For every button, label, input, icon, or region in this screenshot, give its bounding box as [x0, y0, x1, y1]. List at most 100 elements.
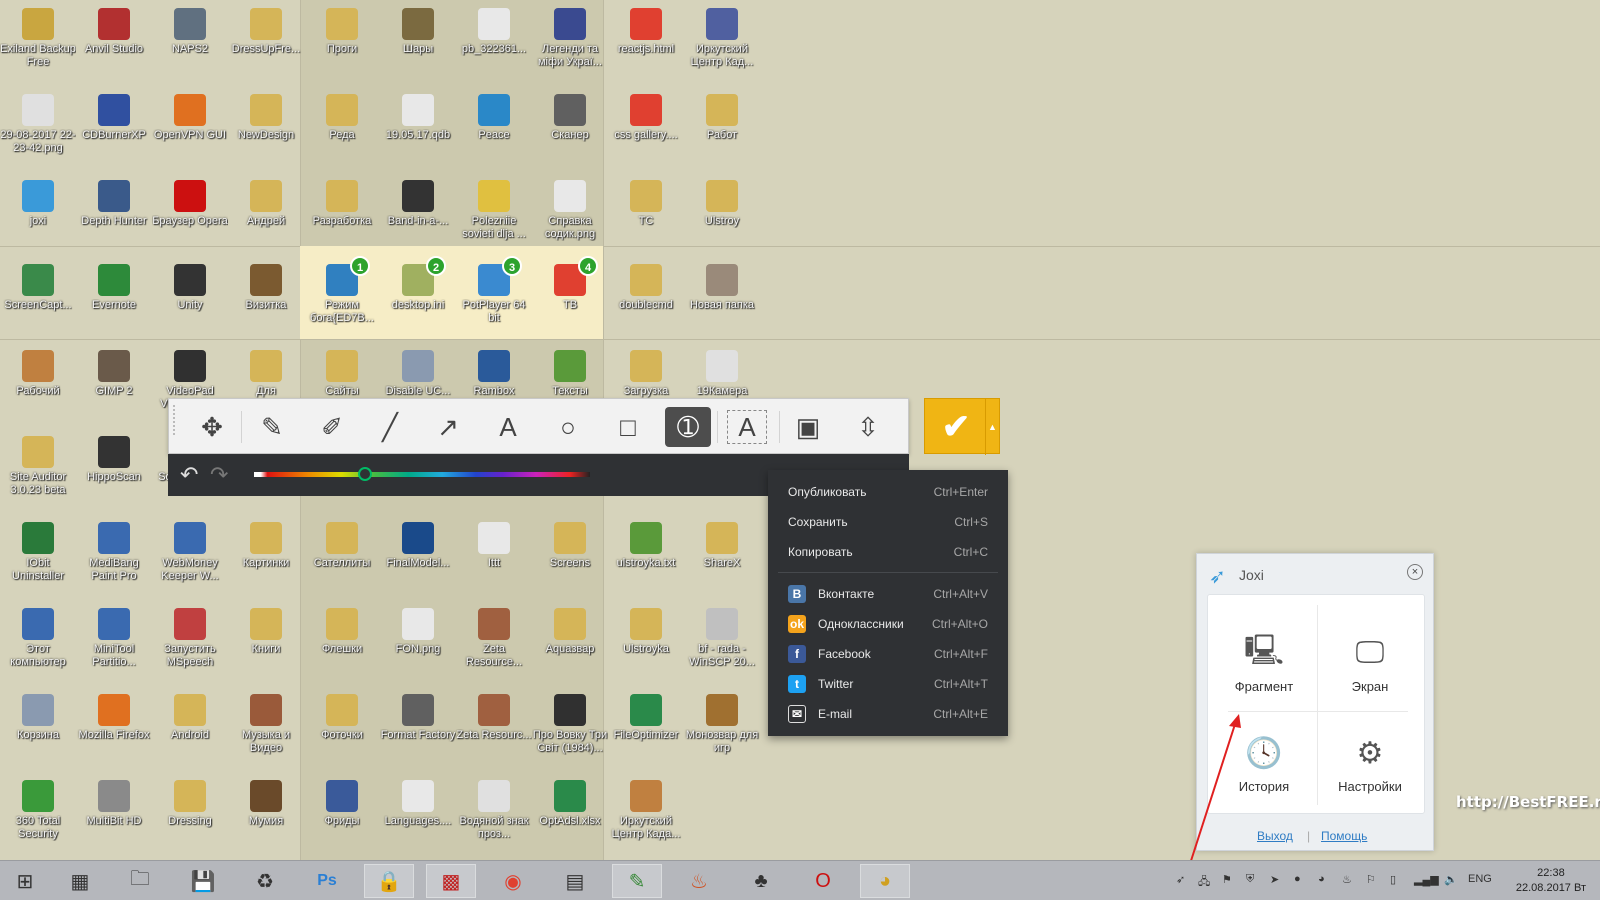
desktop-icon[interactable]: Ittt	[456, 516, 532, 570]
network-tool-taskbar-icon[interactable]: 🔒	[364, 864, 414, 898]
clock[interactable]: 22:38 22.08.2017 Вт	[1516, 866, 1586, 896]
language-indicator[interactable]: ENG	[1468, 873, 1492, 885]
desktop-icon[interactable]: 3 PotPlayer 64 bit	[456, 256, 532, 325]
desktop-icon[interactable]: WebMoney Keeper W...	[152, 516, 228, 583]
photoshop-taskbar-icon[interactable]: Ps	[302, 864, 352, 898]
desktop-icon[interactable]: GIMP 2	[76, 344, 152, 398]
desktop-icon[interactable]: Rambox	[456, 344, 532, 398]
desktop-icon[interactable]: Визитка	[228, 258, 304, 312]
desktop-icon[interactable]: ScreenCapt...	[0, 258, 76, 312]
screen-button[interactable]: 🖵 Экран	[1320, 633, 1420, 694]
desktop-icon[interactable]: MultiBit HD	[76, 774, 152, 828]
desktop-icon[interactable]: Работ	[684, 88, 760, 142]
desktop-icon[interactable]: Zeta Resourc...	[456, 688, 532, 742]
calculator-taskbar-icon[interactable]: ▦	[55, 864, 105, 898]
desktop-icon[interactable]: NewDesign	[228, 88, 304, 142]
menu-item[interactable]: Сохранить Ctrl+S	[768, 508, 1008, 536]
desktop-icon[interactable]: IObit Uninstaller	[0, 516, 76, 583]
marker-tool-icon[interactable]: ✐	[309, 407, 355, 447]
desktop-icon[interactable]: Polezniie sovieti dlja ...	[456, 174, 532, 241]
desktop-icon[interactable]: Про Вовку Три Світ (1984)...	[532, 688, 608, 755]
desktop-icon[interactable]: 1 Режим бога{ED7B...	[304, 256, 380, 325]
red-app-taskbar-icon[interactable]: ▩	[426, 864, 476, 898]
desktop-icon[interactable]: reactjs.html	[608, 2, 684, 56]
desktop-icon[interactable]: Сайты	[304, 344, 380, 398]
desktop-icon[interactable]: Картинки	[228, 516, 304, 570]
desktop-icon[interactable]: Легенди та міфи Украї...	[532, 2, 608, 69]
desktop-icon[interactable]: Screens	[532, 516, 608, 570]
recycle-taskbar-icon[interactable]: ♻	[240, 864, 290, 898]
desktop-icon[interactable]: doublecmd	[608, 258, 684, 312]
desktop-icon[interactable]: Unity	[152, 258, 228, 312]
ellipse-tool-icon[interactable]: ○	[545, 407, 591, 447]
fire-app-taskbar-icon[interactable]: ♨	[674, 864, 724, 898]
desktop-icon[interactable]: Загрузка	[608, 344, 684, 398]
desktop-icon[interactable]: Aquaзвар	[532, 602, 608, 656]
desktop-icon[interactable]: Монозвар для игр	[684, 688, 760, 755]
desktop-icon[interactable]: Иркутский Центр Када...	[608, 774, 684, 841]
chrome-taskbar-icon[interactable]: ◉	[488, 864, 538, 898]
desktop-icon[interactable]: HippoScan	[76, 430, 152, 484]
numbering-tool-icon[interactable]: ➀	[665, 407, 711, 447]
desktop-icon[interactable]: Languages....	[380, 774, 456, 828]
done-button[interactable]: ✔ ▲	[924, 398, 1000, 455]
paint-taskbar-icon[interactable]: ◕	[860, 864, 910, 898]
menu-item[interactable]: Опубликовать Ctrl+Enter	[768, 478, 1008, 506]
paint-tray-icon[interactable]: ◕	[1318, 873, 1325, 885]
desktop-icon[interactable]: 2 desktop.ini	[380, 256, 456, 312]
desktop-icon[interactable]: Шары	[380, 2, 456, 56]
desktop-icon[interactable]: Сканер	[532, 88, 608, 142]
desktop-icon[interactable]: Разработка	[304, 174, 380, 228]
desktop-icon[interactable]: CDBurnerXP	[76, 88, 152, 142]
desktop-icon[interactable]: 4 TB	[532, 256, 608, 312]
desktop-icon[interactable]: Запустить MSpeech	[152, 602, 228, 669]
desktop-icon[interactable]: Site Auditor 3.0.23 beta	[0, 430, 76, 497]
desktop-icon[interactable]: Dressing	[152, 774, 228, 828]
desktop-icon[interactable]: FinalModel...	[380, 516, 456, 570]
desktop-icon[interactable]: css gallery....	[608, 88, 684, 142]
desktop-icon[interactable]: Exiland Backup Free	[0, 2, 76, 69]
desktop-icon[interactable]: MiniTool Partitio...	[76, 602, 152, 669]
opera-taskbar-icon[interactable]: O	[798, 864, 848, 898]
desktop-icon[interactable]: Водяной знак проз...	[456, 774, 532, 841]
desktop-icon[interactable]: Depth Hunter	[76, 174, 152, 228]
notepad-taskbar-icon[interactable]: ✎	[612, 864, 662, 898]
desktop-icon[interactable]: pb_322361...	[456, 2, 532, 56]
desktop-icon[interactable]: Справка содик.png	[532, 174, 608, 241]
desktop-icon[interactable]: Корзина	[0, 688, 76, 742]
share-twitter-item[interactable]: t Twitter Ctrl+Alt+T	[768, 670, 1008, 698]
desktop-icon[interactable]: Тексты	[532, 344, 608, 398]
network-tray-icon[interactable]: 🖧	[1198, 873, 1210, 892]
desktop-icon[interactable]: FON.png	[380, 602, 456, 656]
desktop-icon[interactable]: 19Камера	[684, 344, 760, 398]
signal-tray-icon[interactable]: ▂▄▆	[1414, 873, 1439, 886]
start-button[interactable]: ⊞	[0, 864, 50, 898]
desktop-icon[interactable]: Format Factory	[380, 688, 456, 742]
close-icon[interactable]: ×	[1407, 564, 1423, 580]
desktop-icon[interactable]: Браузер Opera	[152, 174, 228, 228]
done-dropdown-arrow[interactable]: ▲	[985, 399, 999, 455]
arrow-tool-icon[interactable]: ↗	[425, 407, 471, 447]
desktop-icon[interactable]: Peace	[456, 88, 532, 142]
desktop-icon[interactable]: Фриды	[304, 774, 380, 828]
tree-app-taskbar-icon[interactable]: ♣	[736, 864, 786, 898]
desktop-icon[interactable]: ulstroyka.txt	[608, 516, 684, 570]
text-frame-tool-icon[interactable]: A	[727, 410, 767, 444]
action-center-tray-icon[interactable]: ⚐	[1366, 873, 1376, 886]
share-email-item[interactable]: ✉ E-mail Ctrl+Alt+E	[768, 700, 1008, 728]
desktop-icon[interactable]: Anvil Studio	[76, 2, 152, 56]
joxi-tray-icon[interactable]: ➶	[1176, 873, 1185, 886]
desktop-icon[interactable]: Книги	[228, 602, 304, 656]
color-palette[interactable]	[254, 472, 590, 477]
arrow-tray-icon[interactable]: ➤	[1270, 873, 1279, 886]
desktop-icon[interactable]: Андрей	[228, 174, 304, 228]
text-tool-icon[interactable]: A	[485, 407, 531, 447]
desktop-icon[interactable]: Для	[228, 344, 304, 398]
volume-tray-icon[interactable]: 🔈	[1444, 873, 1458, 886]
undo-icon[interactable]: ↶	[180, 462, 198, 488]
desktop-icon[interactable]: Band-in-a-...	[380, 174, 456, 228]
pencil-tool-icon[interactable]: ✎	[249, 407, 295, 447]
bell-tray-icon[interactable]: ♨	[1342, 873, 1352, 886]
desktop-icon[interactable]: Zeta Resource...	[456, 602, 532, 669]
desktop-icon[interactable]: Android	[152, 688, 228, 742]
